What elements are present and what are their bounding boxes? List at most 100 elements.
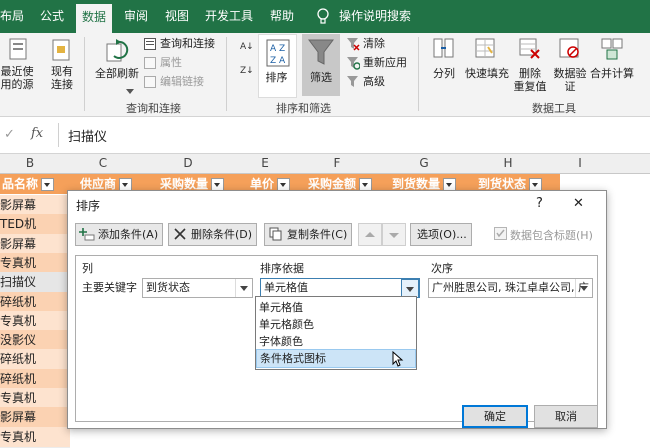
- chevron-down-icon[interactable]: [126, 85, 134, 98]
- move-up-button[interactable]: [358, 223, 382, 246]
- column-header-b[interactable]: B: [0, 154, 60, 173]
- row-product-name: 专真机: [0, 391, 37, 405]
- tab-developer[interactable]: 开发工具: [205, 0, 253, 33]
- order-col-label: 次序: [431, 262, 453, 275]
- header-cell[interactable]: 品名称: [2, 174, 55, 194]
- data-validation-button[interactable]: 数据验 证: [550, 67, 590, 93]
- sort-za-icon[interactable]: Z↓: [240, 63, 256, 80]
- chevron-down-icon: [235, 279, 252, 297]
- table-row[interactable]: 扫描仪: [0, 272, 70, 294]
- column-col-label: 列: [82, 262, 93, 275]
- table-row[interactable]: 影屏幕: [0, 233, 70, 255]
- tab-view[interactable]: 视图: [165, 0, 189, 33]
- table-row[interactable]: 碎纸机: [0, 291, 70, 313]
- options-button[interactable]: 选项(O)...: [410, 223, 472, 246]
- column-header-c[interactable]: C: [70, 154, 136, 173]
- existing-connections-icon: [50, 37, 74, 66]
- refresh-all-button[interactable]: 全部刷新: [94, 67, 140, 80]
- row-product-name: 碎纸机: [0, 352, 37, 367]
- existing-connections-button[interactable]: 现有 连接: [44, 65, 80, 91]
- arrow-down-icon: [389, 233, 399, 238]
- tab-data[interactable]: 数据: [76, 4, 113, 33]
- filter-dropdown-icon[interactable]: [41, 178, 55, 191]
- ribbon-tab-bar: 布局 公式 数据 审阅 视图 开发工具 帮助 操作说明搜索: [0, 0, 650, 33]
- sort-button-frame[interactable]: AZZA: [258, 34, 297, 98]
- flash-fill-button[interactable]: 快速填充: [464, 67, 510, 80]
- remove-duplicates-icon: [518, 37, 542, 64]
- table-row[interactable]: 没影仪: [0, 330, 70, 352]
- tab-formulas[interactable]: 公式: [40, 0, 64, 33]
- column-header-d[interactable]: D: [138, 154, 238, 173]
- consolidate-icon: [600, 37, 624, 64]
- reapply-button[interactable]: 重新应用: [363, 56, 407, 70]
- table-row[interactable]: 专真机: [0, 252, 70, 274]
- dialog-title: 排序: [76, 199, 101, 213]
- column-header-f[interactable]: F: [292, 154, 382, 173]
- arrow-up-icon: [365, 232, 375, 237]
- table-row[interactable]: 专真机: [0, 426, 70, 448]
- recent-sources-button[interactable]: 最近使 用的源: [0, 65, 38, 91]
- ok-button[interactable]: 确定: [462, 405, 528, 428]
- copy-level-button[interactable]: 复制条件(C): [264, 223, 353, 246]
- formula-bar: ✓ fx 扫描仪: [0, 117, 650, 154]
- flash-fill-icon: [474, 37, 498, 64]
- edit-links-button[interactable]: 编辑链接: [160, 75, 204, 89]
- table-row[interactable]: 碎纸机: [0, 368, 70, 390]
- header-checkbox[interactable]: [494, 227, 507, 240]
- column-header-h[interactable]: H: [466, 154, 550, 173]
- advanced-filter-icon: [346, 75, 360, 92]
- cancel-button[interactable]: 取消: [534, 405, 598, 428]
- table-row[interactable]: 碎纸机: [0, 349, 70, 371]
- svg-text:Z: Z: [270, 56, 276, 66]
- tell-me-search[interactable]: 操作说明搜索: [339, 0, 411, 33]
- column-header-g[interactable]: G: [384, 154, 464, 173]
- help-icon[interactable]: ?: [536, 196, 543, 211]
- table-row[interactable]: TED机: [0, 214, 70, 236]
- option-cell-color[interactable]: 单元格颜色: [256, 316, 417, 333]
- column-header-e[interactable]: E: [240, 154, 290, 173]
- filter-button[interactable]: 筛选: [302, 71, 340, 84]
- row-product-name: TED机: [0, 217, 37, 232]
- lightbulb-icon: [316, 0, 330, 33]
- fx-icon[interactable]: fx: [31, 126, 43, 141]
- sort-on-select[interactable]: 单元格值: [260, 278, 420, 298]
- refresh-icon: [104, 38, 130, 67]
- advanced-button[interactable]: 高级: [363, 75, 385, 89]
- add-level-button[interactable]: 添加条件(A): [75, 223, 164, 246]
- filter-button-frame[interactable]: [302, 34, 340, 96]
- queries-connections-button[interactable]: 查询和连接: [160, 37, 215, 51]
- tab-review[interactable]: 审阅: [124, 0, 148, 33]
- delete-x-icon: [174, 228, 186, 240]
- option-font-color[interactable]: 字体颜色: [256, 333, 417, 350]
- group-label-data-tools: 数据工具: [532, 102, 576, 115]
- formula-input[interactable]: 扫描仪: [68, 126, 107, 145]
- column-header-i[interactable]: I: [560, 154, 600, 173]
- clear-button[interactable]: 清除: [363, 37, 385, 51]
- column-select[interactable]: 到货状态: [142, 278, 253, 298]
- check-icon: [496, 229, 505, 238]
- copy-icon: [269, 227, 282, 241]
- close-icon[interactable]: ✕: [573, 196, 584, 211]
- properties-button[interactable]: 属性: [160, 56, 182, 70]
- text-to-columns-button[interactable]: 分列: [430, 67, 458, 80]
- order-select[interactable]: 广州胜思公司, 珠江卓卓公司, 广: [428, 278, 593, 298]
- table-row[interactable]: 影屏幕: [0, 195, 70, 216]
- delete-level-button[interactable]: 删除条件(D): [168, 223, 258, 246]
- move-down-button[interactable]: [382, 223, 406, 246]
- table-row[interactable]: 专真机: [0, 388, 70, 409]
- sort-on-col-label: 排序依据: [260, 262, 304, 275]
- sort-button[interactable]: 排序: [258, 71, 295, 84]
- option-cell-values[interactable]: 单元格值: [256, 299, 417, 316]
- tab-help[interactable]: 帮助: [270, 0, 294, 33]
- row-product-name: 碎纸机: [0, 294, 37, 309]
- sort-az-icon[interactable]: A↓: [240, 39, 256, 56]
- sort-dialog: 排序 ? ✕ 添加条件(A) 删除条件(D) 复制条件(C) 选项(O)... …: [67, 190, 607, 429]
- checkmark-icon[interactable]: ✓: [4, 127, 15, 142]
- tab-page-layout[interactable]: 布局: [0, 0, 24, 33]
- row-product-name: 扫描仪: [0, 275, 37, 290]
- table-row[interactable]: 专真机: [0, 310, 70, 332]
- properties-icon: [144, 57, 156, 72]
- table-row[interactable]: 影屏幕: [0, 407, 70, 429]
- remove-duplicates-button[interactable]: 删除 重复值: [510, 67, 550, 93]
- consolidate-button[interactable]: 合并计算: [588, 67, 636, 80]
